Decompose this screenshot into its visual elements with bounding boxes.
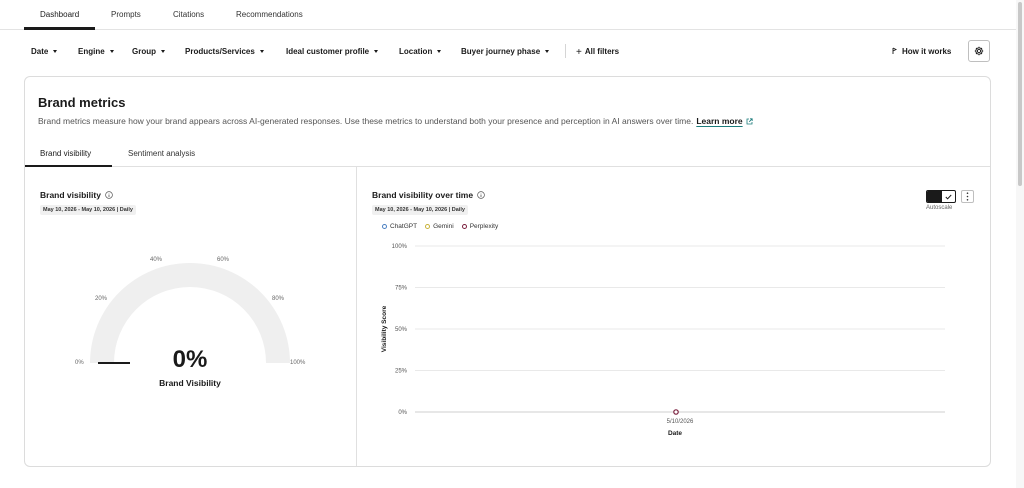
x-axis-label: Date	[668, 430, 682, 437]
filter-engine-label: Engine	[78, 47, 105, 56]
chevron-down-icon	[109, 50, 114, 53]
legend-marker	[382, 224, 387, 229]
panel-divider	[356, 167, 357, 466]
active-tab-indicator	[24, 27, 95, 30]
tab-brand-visibility[interactable]: Brand visibility	[40, 149, 91, 158]
filter-buyer-journey-phase[interactable]: Buyer journey phase	[461, 47, 550, 56]
gauge-caption: Brand Visibility	[159, 378, 221, 388]
legend-marker	[425, 224, 431, 229]
filter-divider	[565, 44, 566, 58]
card-description-text: Brand metrics measure how your brand app…	[38, 116, 694, 126]
page-scrollbar-thumb[interactable]	[1018, 2, 1022, 186]
y-tick-label: 0%	[398, 410, 407, 416]
learn-more-link[interactable]: Learn more	[696, 116, 742, 126]
chart-date-range-badge: May 10, 2026 - May 10, 2026 | Daily	[372, 205, 468, 215]
gauge-tick-100: 100%	[290, 360, 306, 366]
gauge-tick-20: 20%	[95, 296, 108, 302]
y-tick-label: 100%	[392, 244, 408, 250]
y-tick-label: 25%	[395, 369, 408, 375]
more-options-button[interactable]	[961, 190, 974, 203]
chevron-down-icon	[259, 50, 264, 53]
more-vertical-icon	[966, 192, 969, 201]
toggle-on-segment	[927, 191, 942, 202]
active-sub-tab-indicator	[25, 165, 112, 167]
gauge-tick-60: 60%	[217, 257, 230, 263]
legend-item-gemini[interactable]: Gemini	[425, 223, 454, 230]
visibility-line-chart: 0% 25% 50% 75% 100% 5/10/2026 Date Visibility S…	[381, 244, 945, 437]
legend-label: ChatGPT	[390, 223, 418, 230]
chart-legend: ChatGPT Gemini Perplexity	[382, 223, 498, 230]
tab-sentiment-analysis[interactable]: Sentiment analysis	[128, 149, 195, 158]
all-filters-label: All filters	[584, 47, 620, 56]
filter-products-services-label: Products/Services	[185, 47, 255, 56]
legend-item-chatgpt[interactable]: ChatGPT	[382, 223, 417, 230]
filter-location-label: Location	[399, 47, 433, 56]
gauge-tick-0: 0%	[75, 360, 84, 366]
tab-prompts[interactable]: Prompts	[111, 10, 141, 19]
how-it-works-link[interactable]: How it works	[891, 47, 951, 56]
legend-label: Perplexity	[469, 223, 499, 230]
gauge-date-range-badge: May 10, 2026 - May 10, 2026 | Daily	[40, 205, 136, 215]
filter-engine[interactable]: Engine	[78, 47, 114, 56]
how-it-works-label: How it works	[902, 47, 952, 56]
info-icon[interactable]	[105, 191, 113, 199]
all-filters-button[interactable]: + All filters	[576, 47, 619, 58]
info-icon[interactable]	[477, 191, 485, 199]
gauge-panel-title-text: Brand visibility	[40, 190, 101, 200]
y-axis-label: Visibility Score	[381, 305, 388, 352]
filter-buyer-journey-label: Buyer journey phase	[461, 47, 541, 56]
chevron-down-icon	[437, 50, 442, 53]
filter-ideal-customer-profile[interactable]: Ideal customer profile	[286, 47, 379, 56]
filter-bar: Date Engine Group Products/Services Idea…	[0, 31, 1016, 69]
filter-date-label: Date	[31, 47, 49, 56]
guide-icon	[892, 47, 898, 54]
gauge-tick-40: 40%	[150, 257, 163, 263]
sub-tab-divider	[25, 166, 990, 167]
chevron-down-icon	[545, 50, 550, 53]
filter-products-services[interactable]: Products/Services	[185, 47, 264, 56]
plus-icon: +	[576, 47, 582, 58]
chevron-down-icon	[53, 50, 58, 53]
filter-group-label: Group	[132, 47, 156, 56]
data-point-perplexity	[673, 409, 679, 415]
settings-button[interactable]	[968, 40, 990, 62]
legend-item-perplexity[interactable]: Perplexity	[461, 223, 499, 230]
autoscale-toggle[interactable]	[926, 190, 956, 203]
autoscale-label: Autoscale	[926, 205, 953, 211]
gauge-panel-title: Brand visibility	[40, 190, 113, 200]
gauge-tick-80: 80%	[272, 296, 285, 302]
check-icon	[942, 191, 955, 202]
filter-date[interactable]: Date	[31, 47, 58, 56]
filter-group[interactable]: Group	[132, 47, 165, 56]
top-tab-bar: Dashboard Prompts Citations Recommendati…	[0, 0, 1016, 30]
chart-panel-title-text: Brand visibility over time	[372, 190, 474, 200]
external-link-icon	[746, 118, 753, 125]
chart-panel-title: Brand visibility over time	[372, 190, 485, 200]
tab-dashboard[interactable]: Dashboard	[40, 10, 79, 19]
tab-recommendations[interactable]: Recommendations	[236, 10, 303, 19]
card-description: Brand metrics measure how your brand app…	[38, 116, 753, 126]
y-tick-label: 50%	[395, 327, 408, 333]
x-tick-label: 5/10/2026	[667, 419, 694, 425]
chevron-down-icon	[374, 50, 379, 53]
gear-icon	[974, 46, 984, 56]
tab-citations[interactable]: Citations	[173, 10, 204, 19]
filter-icp-label: Ideal customer profile	[286, 47, 370, 56]
chevron-down-icon	[161, 50, 165, 53]
legend-label: Gemini	[433, 223, 454, 230]
card-title: Brand metrics	[38, 95, 126, 110]
legend-marker	[461, 224, 467, 229]
filter-location[interactable]: Location	[399, 47, 442, 56]
gauge-value: 0%	[172, 346, 208, 373]
y-tick-label: 75%	[395, 286, 408, 292]
